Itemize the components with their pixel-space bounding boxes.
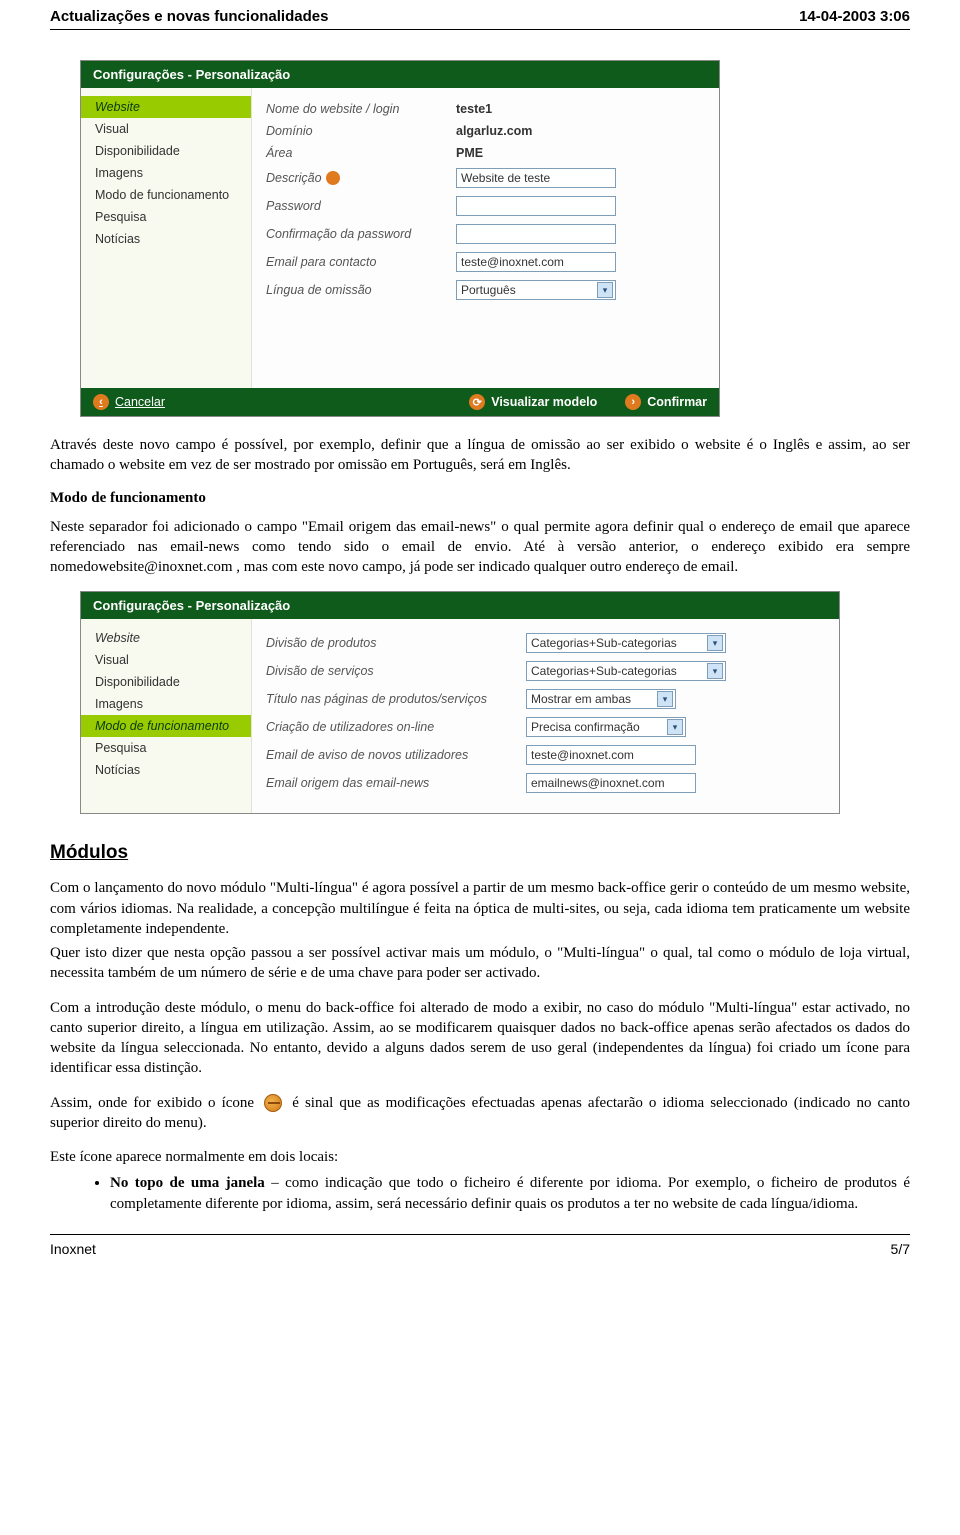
footer-page: 5/7	[891, 1241, 910, 1257]
modo-paragraph: Neste separador foi adicionado o campo "…	[50, 517, 910, 578]
sidebar-item-disponibilidade[interactable]: Disponibilidade	[81, 140, 251, 162]
chevron-down-icon: ▾	[657, 691, 673, 707]
panel2-title: Configurações - Personalização	[81, 592, 839, 619]
label-titulo-paginas: Título nas páginas de produtos/serviços	[266, 692, 526, 706]
label-div-servicos: Divisão de serviços	[266, 664, 526, 678]
value-nome: teste1	[456, 102, 492, 116]
label-confirm-password: Confirmação da password	[266, 227, 456, 241]
select-titulo-paginas[interactable]: Mostrar em ambas▾	[526, 689, 676, 709]
sidebar-item-pesquisa[interactable]: Pesquisa	[81, 206, 251, 228]
label-descricao: Descrição	[266, 171, 456, 186]
config-sidebar-2: Website Visual Disponibilidade Imagens M…	[81, 619, 251, 813]
label-password: Password	[266, 199, 456, 213]
sidebar-item-visual[interactable]: Visual	[81, 118, 251, 140]
chevron-down-icon: ▾	[707, 635, 723, 651]
language-icon	[264, 1094, 282, 1112]
select-criacao-utilizadores[interactable]: Precisa confirmação▾	[526, 717, 686, 737]
page-header: Actualizações e novas funcionalidades 14…	[50, 0, 910, 30]
bullet-1-bold: No topo de uma janela	[110, 1175, 265, 1191]
label-email-origem: Email origem das email-news	[266, 776, 526, 790]
info-icon[interactable]	[326, 171, 340, 185]
sidebar-item-disponibilidade[interactable]: Disponibilidade	[81, 671, 251, 693]
cancel-icon: ‹	[93, 394, 109, 410]
modulos-p3: Com a introdução deste módulo, o menu do…	[50, 998, 910, 1079]
value-area: PME	[456, 146, 483, 160]
page-footer: Inoxnet 5/7	[50, 1234, 910, 1267]
header-title: Actualizações e novas funcionalidades	[50, 8, 328, 25]
modulos-p2: Quer isto dizer que nesta opção passou a…	[50, 943, 910, 984]
panel-title: Configurações - Personalização	[81, 61, 719, 88]
form-area: Nome do website / loginteste1 Domínioalg…	[251, 88, 719, 388]
input-descricao[interactable]	[456, 168, 616, 188]
label-dominio: Domínio	[266, 124, 456, 138]
config-panel-website: Configurações - Personalização Website V…	[80, 60, 720, 417]
label-email-contacto: Email para contacto	[266, 255, 456, 269]
cancel-button[interactable]: ‹Cancelar	[93, 394, 165, 410]
bullet-1: No topo de uma janela – como indicação q…	[110, 1173, 910, 1214]
sidebar-item-pesquisa[interactable]: Pesquisa	[81, 737, 251, 759]
select-div-servicos[interactable]: Categorias+Sub-categorias▾	[526, 661, 726, 681]
chevron-down-icon: ▾	[707, 663, 723, 679]
sidebar-item-noticias[interactable]: Notícias	[81, 759, 251, 781]
bullet-list: No topo de uma janela – como indicação q…	[110, 1173, 910, 1214]
config-sidebar: Website Visual Disponibilidade Imagens M…	[81, 88, 251, 388]
modulos-p4: Assim, onde for exibido o ícone é sinal …	[50, 1093, 910, 1134]
sidebar-item-modo[interactable]: Modo de funcionamento	[81, 184, 251, 206]
select-div-produtos[interactable]: Categorias+Sub-categorias▾	[526, 633, 726, 653]
input-email-contacto[interactable]	[456, 252, 616, 272]
input-email-aviso[interactable]	[526, 745, 696, 765]
chevron-down-icon: ▾	[597, 282, 613, 298]
select-value: Português	[461, 283, 516, 297]
preview-button[interactable]: ⟳Visualizar modelo	[469, 394, 597, 410]
label-div-produtos: Divisão de produtos	[266, 636, 526, 650]
form-area-2: Divisão de produtos Categorias+Sub-categ…	[251, 619, 839, 813]
panel-footer: ‹Cancelar ⟳Visualizar modelo ›Confirmar	[81, 388, 719, 416]
footer-brand: Inoxnet	[50, 1241, 96, 1257]
sidebar-item-noticias[interactable]: Notícias	[81, 228, 251, 250]
sidebar-item-website[interactable]: Website	[81, 96, 251, 118]
sidebar-item-modo[interactable]: Modo de funcionamento	[81, 715, 251, 737]
modo-heading: Modo de funcionamento	[50, 490, 910, 507]
label-lingua-omissao: Língua de omissão	[266, 283, 456, 297]
intro-paragraph: Através deste novo campo é possível, por…	[50, 435, 910, 476]
sidebar-item-imagens[interactable]: Imagens	[81, 162, 251, 184]
input-confirm-password[interactable]	[456, 224, 616, 244]
confirm-button[interactable]: ›Confirmar	[625, 394, 707, 410]
sidebar-item-visual[interactable]: Visual	[81, 649, 251, 671]
modulos-p1: Com o lançamento do novo módulo "Multi-l…	[50, 878, 910, 939]
modulos-heading: Módulos	[50, 842, 910, 864]
header-datetime: 14-04-2003 3:06	[799, 8, 910, 25]
label-area: Área	[266, 146, 456, 160]
sidebar-item-imagens[interactable]: Imagens	[81, 693, 251, 715]
input-email-origem[interactable]	[526, 773, 696, 793]
value-dominio: algarluz.com	[456, 124, 532, 138]
modulos-p5: Este ícone aparece normalmente em dois l…	[50, 1147, 910, 1167]
config-panel-modo: Configurações - Personalização Website V…	[80, 591, 840, 814]
label-criacao-utilizadores: Criação de utilizadores on-line	[266, 720, 526, 734]
sidebar-item-website[interactable]: Website	[81, 627, 251, 649]
chevron-down-icon: ▾	[667, 719, 683, 735]
label-nome: Nome do website / login	[266, 102, 456, 116]
input-password[interactable]	[456, 196, 616, 216]
select-lingua-omissao[interactable]: Português ▾	[456, 280, 616, 300]
preview-icon: ⟳	[469, 394, 485, 410]
label-email-aviso: Email de aviso de novos utilizadores	[266, 748, 526, 762]
confirm-icon: ›	[625, 394, 641, 410]
